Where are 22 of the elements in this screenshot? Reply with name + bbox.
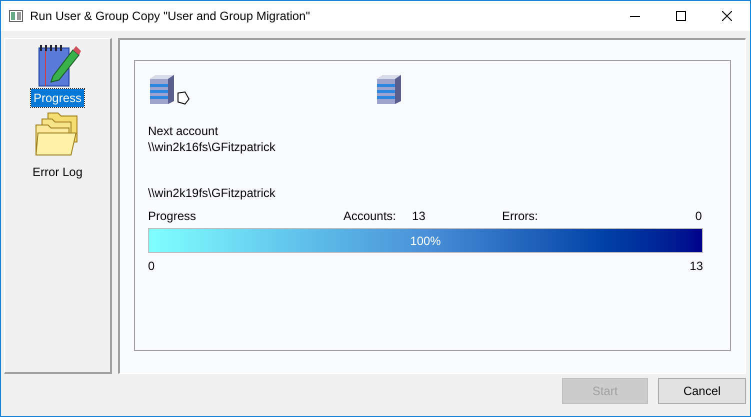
target-account: \\win2k19fs\GFitzpatrick <box>148 185 276 201</box>
errors-label: Errors: <box>502 208 538 224</box>
sidebar-item[interactable]: Error Log <box>30 111 85 181</box>
progress-percent: 100% <box>409 232 442 250</box>
close-icon <box>722 11 732 21</box>
accounts-count: 13 <box>412 208 426 224</box>
target-server-icon <box>375 73 403 105</box>
sidebar-item-label: Error Log <box>31 164 84 181</box>
caption: Next account <box>148 123 220 139</box>
accounts-label: Accounts: <box>343 208 396 224</box>
scale-min: 0 <box>148 258 155 275</box>
dialog-button[interactable]: Cancel <box>658 378 746 404</box>
source-server-icon <box>148 73 176 105</box>
scale-max: 13 <box>690 258 703 275</box>
app-icon <box>9 10 23 22</box>
sidebar-item[interactable]: Progress <box>31 42 84 107</box>
window-title: Run User & Group Copy "User and Group Migration" <box>30 8 310 25</box>
errors-count: 0 <box>694 208 702 224</box>
sidebar-item-label: Progress <box>31 89 84 107</box>
progress-label: Progress <box>148 208 196 224</box>
maximize-icon <box>676 11 686 21</box>
source-account: \\win2k16fs\GFitzpatrick <box>148 139 276 155</box>
